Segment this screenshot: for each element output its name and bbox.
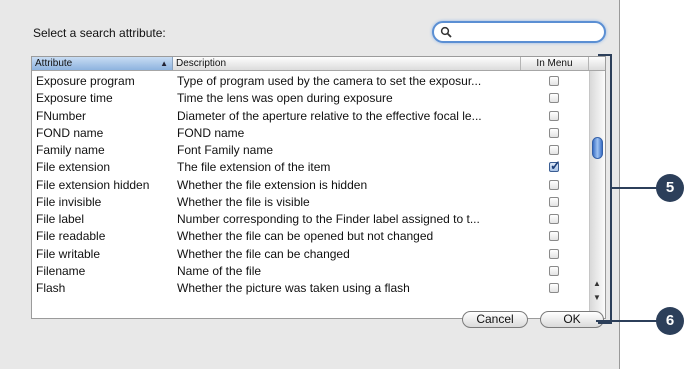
table-row[interactable]: File label Number corresponding to the F… [32, 210, 589, 227]
table-row[interactable]: Flash Whether the picture was taken usin… [32, 279, 589, 296]
attribute-name: File readable [36, 229, 106, 244]
search-field[interactable] [432, 21, 606, 43]
attribute-description: Name of the file [177, 263, 262, 278]
attribute-description: Number corresponding to the Finder label… [177, 212, 480, 226]
table-row[interactable]: Filename Name of the file [32, 262, 589, 279]
attribute-description: Whether the file is visible [177, 194, 310, 209]
table-bracket [598, 54, 612, 324]
table-row[interactable]: FOND name FOND name [32, 124, 589, 141]
search-input[interactable] [456, 24, 596, 40]
attribute-name: File writable [36, 246, 101, 261]
in-menu-checkbox[interactable] [549, 196, 559, 207]
attribute-description: Whether the file extension is hidden [177, 177, 368, 192]
dialog-prompt: Select a search attribute: [33, 26, 166, 40]
table-row[interactable]: File readable Whether the file can be op… [32, 227, 589, 244]
in-menu-checkbox[interactable] [549, 110, 559, 121]
attribute-description: Whether the file can be opened but not c… [177, 229, 434, 244]
table-row[interactable]: File writable Whether the file can be ch… [32, 245, 589, 262]
table-row[interactable]: Exposure program Type of program used by… [32, 72, 589, 89]
in-menu-checkbox[interactable] [549, 231, 559, 242]
table-rows: Exposure program Type of program used by… [32, 72, 589, 296]
magnifier-icon [440, 26, 452, 38]
column-header-attribute-label: Attribute [35, 58, 73, 69]
search-attribute-dialog: Select a search attribute: Attribute ▲ D… [0, 0, 620, 369]
column-header-in-menu-label: In Menu [536, 58, 573, 69]
in-menu-checkbox[interactable] [549, 145, 559, 155]
attribute-name: Exposure time [36, 91, 113, 106]
callout-6-leader [596, 320, 658, 322]
in-menu-checkbox[interactable] [549, 265, 559, 276]
in-menu-checkbox[interactable] [549, 76, 559, 86]
attribute-name: File extension [36, 160, 111, 175]
ok-button[interactable]: OK [540, 311, 604, 328]
attribute-name: FOND name [36, 125, 104, 140]
in-menu-checkbox[interactable] [549, 248, 559, 259]
callout-6-badge: 6 [656, 307, 684, 335]
in-menu-checkbox[interactable] [549, 93, 559, 104]
attribute-name: Filename [36, 263, 86, 278]
attribute-name: Family name [36, 143, 105, 157]
in-menu-checkbox[interactable] [549, 127, 559, 138]
column-header-description[interactable]: Description [173, 57, 521, 70]
attribute-description: Type of program used by the camera to se… [177, 74, 482, 88]
attribute-description: FOND name [177, 125, 245, 140]
attribute-description: The file extension of the item [177, 160, 331, 175]
column-header-description-label: Description [176, 58, 227, 69]
attribute-description: Diameter of the aperture relative to the… [177, 108, 482, 123]
attribute-table: Attribute ▲ Description In Menu Exposure… [31, 56, 606, 319]
in-menu-checkbox[interactable] [549, 283, 559, 293]
attribute-description: Font Family name [177, 143, 274, 157]
table-row[interactable]: Family name Font Family name [32, 141, 589, 158]
attribute-name: Exposure program [36, 74, 135, 88]
table-row[interactable]: File extension The file extension of the… [32, 158, 589, 175]
attribute-name: FNumber [36, 108, 87, 123]
in-menu-checkbox[interactable]: ✓ [549, 158, 561, 173]
column-header-attribute[interactable]: Attribute ▲ [32, 57, 173, 70]
in-menu-checkbox[interactable] [549, 179, 559, 190]
column-header-in-menu[interactable]: In Menu [521, 57, 589, 70]
in-menu-checkbox[interactable] [549, 214, 559, 224]
sort-ascending-icon: ▲ [160, 59, 168, 68]
attribute-description: Time the lens was open during exposure [177, 91, 393, 106]
checkmark-icon: ✓ [550, 158, 561, 174]
table-row[interactable]: FNumber Diameter of the aperture relativ… [32, 107, 589, 124]
attribute-name: File extension hidden [36, 177, 150, 192]
attribute-name: File invisible [36, 194, 102, 209]
table-header: Attribute ▲ Description In Menu [32, 57, 605, 71]
attribute-name: Flash [36, 281, 66, 295]
attribute-description: Whether the file can be changed [177, 246, 350, 261]
attribute-name: File label [36, 212, 85, 226]
table-row[interactable]: File extension hidden Whether the file e… [32, 176, 589, 193]
table-row[interactable]: Exposure time Time the lens was open dur… [32, 89, 589, 106]
callout-5-badge: 5 [656, 174, 684, 202]
attribute-description: Whether the picture was taken using a fl… [177, 281, 410, 295]
callout-5-leader [612, 187, 658, 189]
table-row[interactable]: File invisible Whether the file is visib… [32, 193, 589, 210]
cancel-button[interactable]: Cancel [462, 311, 528, 328]
